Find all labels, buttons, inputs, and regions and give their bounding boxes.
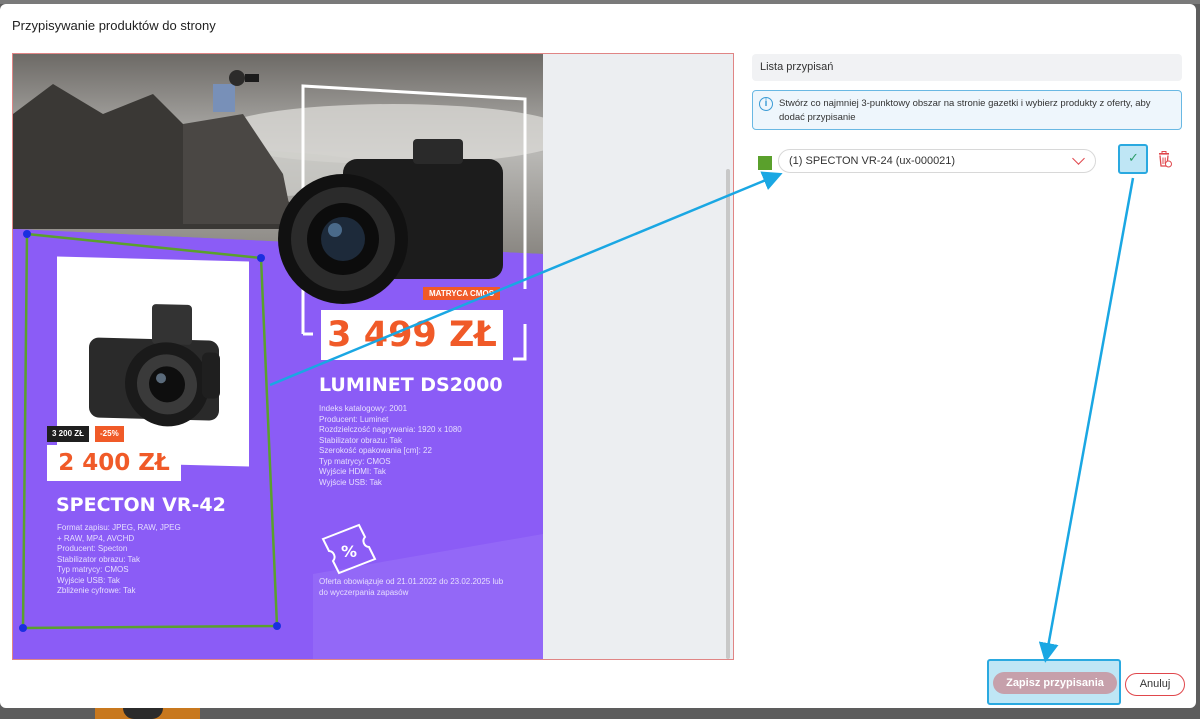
save-button-highlight: Zapisz przypisania xyxy=(987,659,1121,705)
assignments-list-title: Lista przypisań xyxy=(760,61,834,73)
cancel-button[interactable]: Anuluj xyxy=(1125,673,1185,696)
confirm-assignment-button[interactable]: ✓ xyxy=(1118,144,1148,174)
flyer-page: % 3 200 ZŁ -25% 2 400 ZŁ SPECTON VR-42 F… xyxy=(13,54,543,659)
polygon-handle[interactable] xyxy=(273,622,281,630)
trash-icon xyxy=(1159,151,1172,168)
product-select[interactable]: (1) SPECTON VR-24 (ux-000021) xyxy=(778,149,1096,173)
chevron-down-icon xyxy=(1072,152,1085,165)
selection-area[interactable] xyxy=(13,54,543,659)
modal-title: Przypisywanie produktów do strony xyxy=(12,18,216,33)
selection-polygon[interactable] xyxy=(21,232,279,630)
info-message: i Stwórz co najmniej 3-punktowy obszar n… xyxy=(752,90,1182,130)
info-text: Stwórz co najmniej 3-punktowy obszar na … xyxy=(779,98,1151,123)
assignment-color-swatch xyxy=(758,156,772,170)
info-icon: i xyxy=(759,97,773,111)
assignments-list-header: Lista przypisań xyxy=(752,54,1182,81)
save-assignments-button[interactable]: Zapisz przypisania xyxy=(993,672,1117,694)
polygon-handle[interactable] xyxy=(19,624,27,632)
check-icon: ✓ xyxy=(1128,150,1139,165)
flyer-canvas[interactable]: % 3 200 ZŁ -25% 2 400 ZŁ SPECTON VR-42 F… xyxy=(12,53,734,660)
background-product-image xyxy=(95,708,200,719)
canvas-scrollbar[interactable] xyxy=(726,169,730,659)
polygon-handle[interactable] xyxy=(23,230,31,238)
delete-assignment-button[interactable] xyxy=(1158,151,1172,169)
polygon-handle[interactable] xyxy=(257,254,265,262)
assignment-row: (1) SPECTON VR-24 (ux-000021) ✓ xyxy=(756,144,1186,178)
product-select-value: (1) SPECTON VR-24 (ux-000021) xyxy=(789,155,956,167)
